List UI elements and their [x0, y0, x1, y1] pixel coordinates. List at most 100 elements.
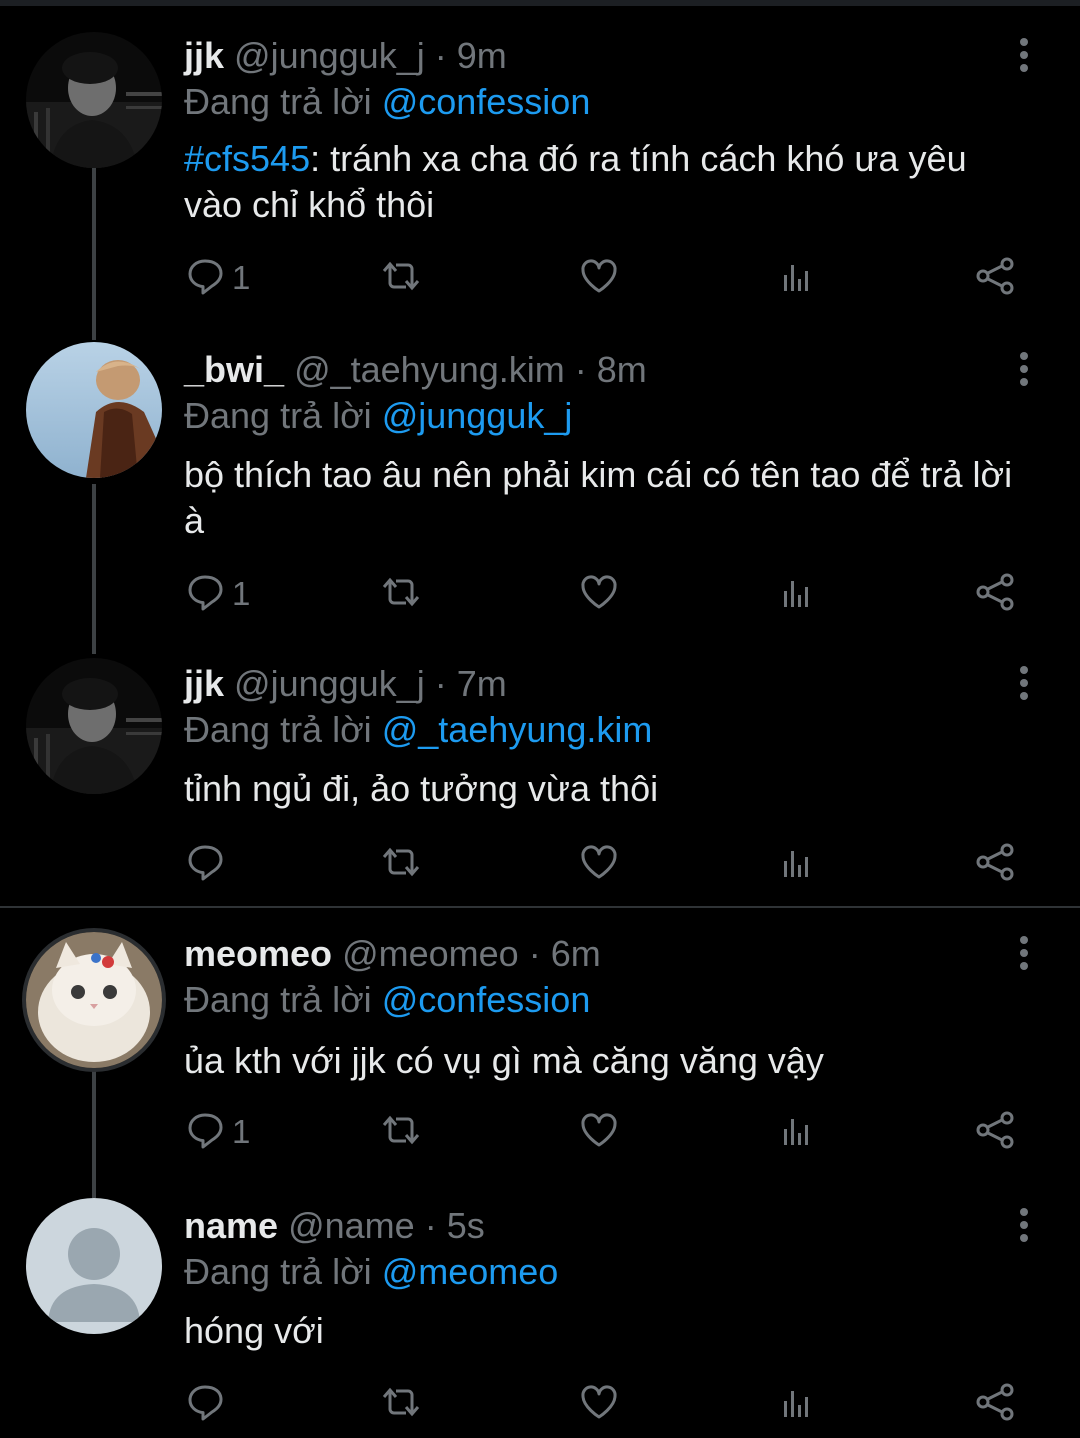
retweet-button[interactable] — [380, 256, 422, 300]
share-icon — [974, 571, 1016, 618]
separator-dot: · — [574, 349, 587, 390]
tweet-actions: 1 — [184, 1110, 1034, 1154]
tweet-text: hóng với — [184, 1308, 1034, 1354]
display-name[interactable]: _bwi_ — [184, 349, 284, 390]
avatar[interactable] — [26, 1198, 162, 1334]
mention-link[interactable]: @jungguk_j — [382, 395, 573, 436]
mention-link[interactable]: @confession — [382, 979, 591, 1020]
retweet-button[interactable] — [380, 572, 422, 616]
tweet-actions — [184, 1382, 1034, 1426]
more-options-icon[interactable] — [1012, 352, 1036, 391]
analytics-button[interactable] — [776, 572, 818, 616]
retweet-icon — [380, 1109, 422, 1156]
retweet-button[interactable] — [380, 842, 422, 886]
tweet-text: tỉnh ngủ đi, ảo tưởng vừa thôi — [184, 766, 1034, 812]
replying-to: Đang trả lời @confession — [184, 84, 590, 120]
analytics-button[interactable] — [776, 842, 818, 886]
replying-to: Đang trả lời @confession — [184, 982, 590, 1018]
like-button[interactable] — [578, 1110, 620, 1154]
separator-dot: · — [434, 663, 447, 704]
timestamp[interactable]: 5s — [447, 1205, 485, 1246]
timestamp[interactable]: 7m — [457, 663, 507, 704]
more-options-icon[interactable] — [1012, 666, 1036, 705]
reply-button[interactable] — [184, 842, 232, 886]
more-options-icon[interactable] — [1012, 1208, 1036, 1247]
tweet-header: name @name · 5s — [184, 1208, 485, 1244]
like-button[interactable] — [578, 842, 620, 886]
like-icon — [578, 841, 620, 888]
reply-count: 1 — [232, 259, 251, 296]
reply-icon — [184, 1109, 226, 1156]
share-button[interactable] — [974, 256, 1016, 300]
retweet-icon — [380, 841, 422, 888]
share-button[interactable] — [974, 572, 1016, 616]
avatar[interactable] — [26, 342, 162, 478]
thread-line — [92, 1062, 96, 1198]
tweet-text: bộ thích tao âu nên phải kim cái có tên … — [184, 452, 1034, 544]
divider — [0, 906, 1080, 908]
share-icon — [974, 841, 1016, 888]
display-name[interactable]: name — [184, 1205, 278, 1246]
analytics-button[interactable] — [776, 1382, 818, 1426]
separator-dot: · — [434, 35, 447, 76]
analytics-icon — [776, 571, 818, 618]
replying-to-label: Đang trả lời — [184, 1251, 382, 1292]
username[interactable]: @jungguk_j — [234, 35, 425, 76]
like-icon — [578, 255, 620, 302]
display-name[interactable]: jjk — [184, 663, 224, 704]
avatar[interactable] — [26, 932, 162, 1068]
replying-to: Đang trả lời @jungguk_j — [184, 398, 572, 434]
more-options-icon[interactable] — [1012, 936, 1036, 975]
thread-line — [92, 484, 96, 654]
share-button[interactable] — [974, 1110, 1016, 1154]
replying-to-label: Đang trả lời — [184, 395, 382, 436]
display-name[interactable]: meomeo — [184, 933, 332, 974]
reply-button[interactable]: 1 — [184, 256, 250, 300]
username[interactable]: @_taehyung.kim — [294, 349, 565, 390]
like-button[interactable] — [578, 256, 620, 300]
display-name[interactable]: jjk — [184, 35, 224, 76]
share-button[interactable] — [974, 1382, 1016, 1426]
username[interactable]: @name — [288, 1205, 415, 1246]
mention-link[interactable]: @_taehyung.kim — [382, 709, 653, 750]
timestamp[interactable]: 8m — [597, 349, 647, 390]
tweet-actions: 1 — [184, 256, 1034, 300]
avatar[interactable] — [26, 32, 162, 168]
mention-link[interactable]: @confession — [382, 81, 591, 122]
retweet-button[interactable] — [380, 1110, 422, 1154]
tweet-body: ủa kth với jjk có vụ gì mà căng văng vậy — [184, 1040, 824, 1081]
like-button[interactable] — [578, 572, 620, 616]
share-button[interactable] — [974, 842, 1016, 886]
reply-count: 1 — [232, 1113, 251, 1150]
timestamp[interactable]: 9m — [457, 35, 507, 76]
username[interactable]: @meomeo — [342, 933, 519, 974]
like-button[interactable] — [578, 1382, 620, 1426]
share-icon — [974, 1109, 1016, 1156]
like-icon — [578, 1109, 620, 1156]
tweet-header: jjk @jungguk_j · 7m — [184, 666, 507, 702]
hashtag-link[interactable]: #cfs545 — [184, 138, 310, 179]
analytics-button[interactable] — [776, 256, 818, 300]
reply-icon — [184, 841, 226, 888]
analytics-button[interactable] — [776, 1110, 818, 1154]
replying-to-label: Đang trả lời — [184, 979, 382, 1020]
analytics-icon — [776, 255, 818, 302]
reply-button[interactable] — [184, 1382, 232, 1426]
retweet-button[interactable] — [380, 1382, 422, 1426]
separator-dot: · — [528, 933, 541, 974]
mention-link[interactable]: @meomeo — [382, 1251, 559, 1292]
retweet-icon — [380, 571, 422, 618]
more-options-icon[interactable] — [1012, 38, 1036, 77]
reply-button[interactable]: 1 — [184, 1110, 250, 1154]
reply-icon — [184, 1381, 226, 1428]
timestamp[interactable]: 6m — [551, 933, 601, 974]
like-icon — [578, 1381, 620, 1428]
tweet-text: #cfs545: tránh xa cha đó ra tính cách kh… — [184, 136, 1034, 228]
tweet-header: meomeo @meomeo · 6m — [184, 936, 601, 972]
username[interactable]: @jungguk_j — [234, 663, 425, 704]
reply-button[interactable]: 1 — [184, 572, 250, 616]
replying-to-label: Đang trả lời — [184, 709, 382, 750]
avatar[interactable] — [26, 658, 162, 794]
separator-dot: · — [424, 1205, 437, 1246]
tweet-header: _bwi_ @_taehyung.kim · 8m — [184, 352, 647, 388]
